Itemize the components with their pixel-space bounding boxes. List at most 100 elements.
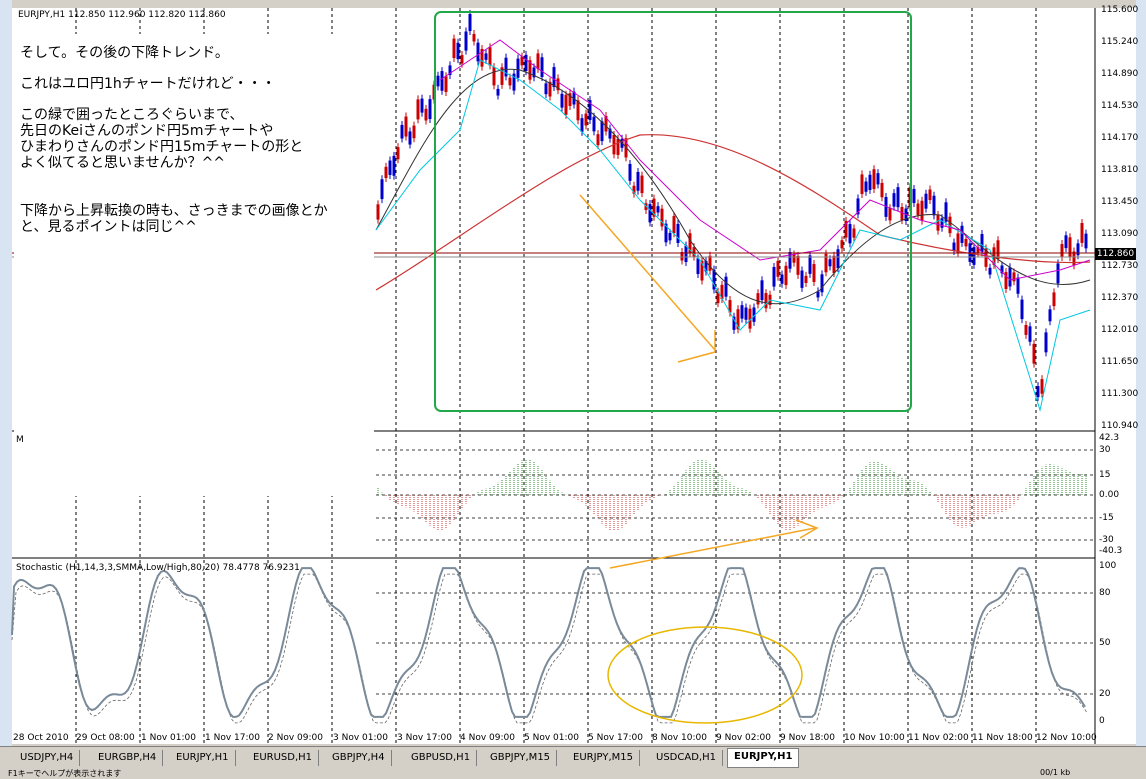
price-candle — [628, 163, 632, 181]
price-candle — [656, 206, 660, 213]
note-line-4: 先日のKeiさんのポンド円5mチャートや — [20, 123, 274, 139]
price-candle — [724, 276, 728, 297]
price-candle — [468, 13, 472, 32]
price-candle — [616, 138, 620, 155]
price-candle — [1036, 386, 1040, 398]
chart-tabs: USDJPY,H4 EURGBP,H4 EURJPY,H1 EURUSD,H1 … — [0, 746, 1146, 769]
price-candle — [1012, 272, 1016, 282]
price-candle — [940, 218, 944, 228]
time-label: 12 Nov 10:00 — [1036, 733, 1097, 743]
band-magenta — [439, 39, 1091, 281]
price-candle — [936, 214, 940, 231]
price-candle — [972, 247, 976, 265]
price-candle — [592, 116, 596, 132]
price-candle — [1056, 263, 1060, 284]
tab-gbpusd-h1[interactable]: GBPUSD,H1 — [405, 750, 478, 766]
price-label: 113.810 — [1101, 165, 1139, 175]
price-candle — [740, 305, 744, 319]
price-candle — [584, 113, 588, 126]
price-candle — [384, 166, 388, 178]
note-line-1: そして。その後の下降トレンド。 — [20, 45, 229, 61]
price-candle — [564, 94, 568, 115]
price-candle — [1064, 235, 1068, 249]
price-candle — [780, 274, 784, 284]
price-candle — [932, 195, 936, 216]
price-candle — [928, 189, 932, 201]
note-line-8: と、見るポイントは同じ^^ — [20, 219, 197, 235]
price-label: 112.370 — [1101, 293, 1139, 303]
price-label: 115.600 — [1101, 5, 1139, 15]
note-line-5: ひまわりさんのポンド円15mチャートの形と — [20, 139, 304, 155]
price-candle — [648, 204, 652, 223]
time-label: 3 Nov 17:00 — [397, 733, 452, 743]
price-candle — [796, 255, 800, 275]
time-label: 9 Nov 02:00 — [716, 733, 771, 743]
stoch-signal-line — [11, 573, 1088, 724]
price-candle — [380, 179, 384, 200]
price-label: 114.530 — [1101, 101, 1139, 111]
note-line-3: この緑で囲ったところぐらいまで、 — [20, 107, 244, 123]
tab-eurgbp-h4[interactable]: EURGBP,H4 — [92, 750, 164, 766]
price-candle — [376, 204, 380, 220]
ma-red-long — [375, 134, 1091, 291]
price-label: 115.240 — [1101, 37, 1139, 47]
price-candle — [1084, 233, 1088, 249]
tab-gbpjpy-h4[interactable]: GBPJPY,H4 — [326, 750, 392, 766]
price-candle — [516, 58, 520, 78]
price-candle — [1040, 379, 1044, 394]
price-candle — [1008, 267, 1012, 287]
price-candle — [832, 255, 836, 274]
price-candle — [924, 193, 928, 209]
time-label: 2 Nov 09:00 — [268, 733, 323, 743]
price-candle — [804, 275, 808, 283]
price-candle — [416, 99, 420, 120]
price-candle — [840, 240, 844, 249]
price-candle — [1024, 324, 1028, 335]
price-candle — [864, 181, 868, 192]
annotation-box — [14, 34, 374, 496]
time-label: 5 Nov 01:00 — [524, 733, 579, 743]
osc-title: M — [16, 435, 24, 445]
osc-scale-label: -40.3 — [1099, 546, 1123, 556]
price-candle — [772, 266, 776, 287]
price-candle — [544, 83, 548, 95]
price-candle — [764, 293, 768, 309]
osc-scale-label: -30 — [1099, 535, 1114, 545]
price-candle — [1032, 343, 1036, 364]
tab-eurusd-h1[interactable]: EURUSD,H1 — [247, 750, 320, 766]
price-candle — [696, 258, 700, 275]
price-candle — [464, 31, 468, 51]
tab-eurjpy-h1[interactable]: EURJPY,H1 — [170, 750, 236, 766]
price-candle — [508, 77, 512, 86]
price-candle — [860, 174, 864, 195]
price-candle — [964, 239, 968, 247]
price-candle — [460, 55, 464, 64]
price-candle — [440, 71, 444, 91]
price-candle — [800, 270, 804, 288]
tab-eurjpy-h1-active[interactable]: EURJPY,H1 — [727, 748, 800, 768]
tab-usdcad-h1[interactable]: USDCAD,H1 — [650, 750, 723, 766]
price-candle — [848, 224, 852, 244]
current-price-marker: 112.860 — [1095, 248, 1136, 260]
price-candle — [956, 233, 960, 253]
price-label: 111.300 — [1101, 389, 1139, 399]
price-candle — [776, 260, 780, 277]
price-label: 112.730 — [1101, 261, 1139, 271]
price-candle — [1072, 251, 1076, 266]
price-candle — [476, 42, 480, 62]
price-candle — [916, 203, 920, 216]
price-candle — [552, 67, 556, 87]
ma-black — [375, 68, 1091, 305]
status-bar: F1キーでヘルプが表示されます 00/1 kb — [0, 768, 1146, 778]
price-candle — [536, 53, 540, 69]
mt4-window: EURJPY,H1 112.850 112.960 112.820 112.86… — [0, 0, 1146, 778]
price-candle — [996, 240, 1000, 260]
tab-usdjpy-h4[interactable]: USDJPY,H4 — [14, 750, 81, 766]
osc-scale-label: 0.00 — [1099, 490, 1120, 500]
price-candle — [808, 255, 812, 274]
stoch-scale-label: 20 — [1099, 689, 1111, 699]
time-label: 9 Nov 18:00 — [780, 733, 835, 743]
price-candle — [896, 187, 900, 208]
tab-gbpjpy-m15[interactable]: GBPJPY,M15 — [484, 750, 558, 766]
tab-eurjpy-m15[interactable]: EURJPY,M15 — [567, 750, 640, 766]
